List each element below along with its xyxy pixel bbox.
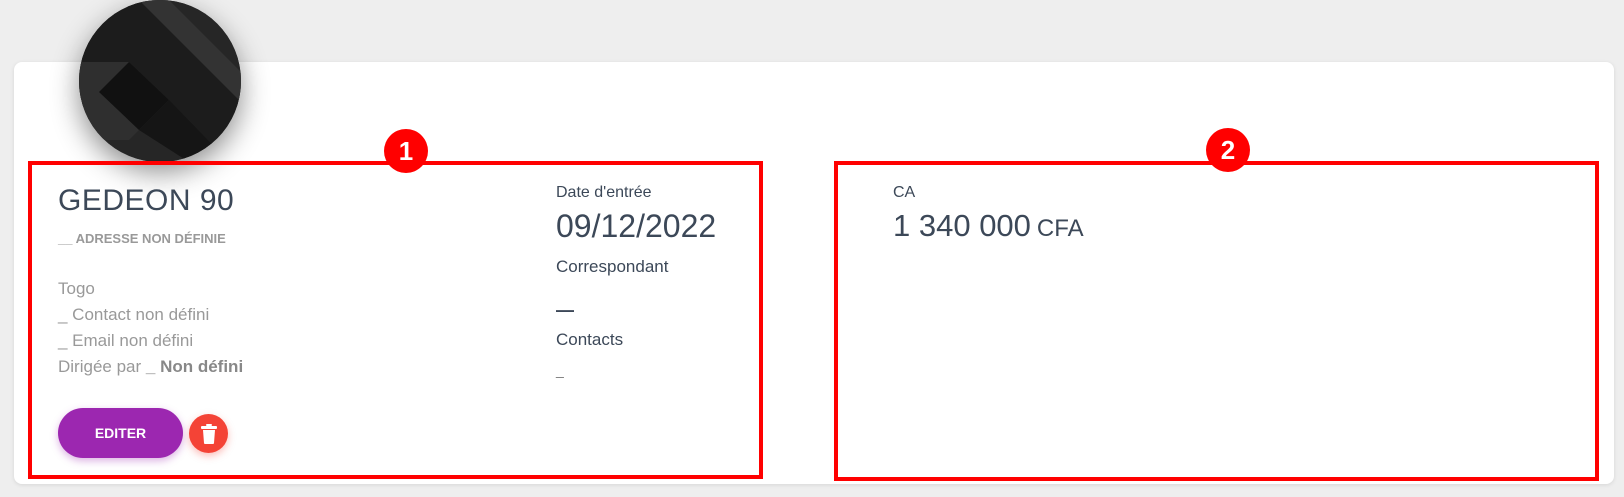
director-label: Dirigée par: [58, 357, 142, 376]
director-value: _ Non défini: [145, 357, 244, 376]
entry-date-label: Date d'entrée: [556, 184, 652, 201]
revenue-value-row: 1 340 000 CFA: [893, 208, 1084, 244]
edit-button[interactable]: EDITER: [58, 408, 183, 458]
company-country: Togo: [58, 279, 95, 298]
revenue-amount: 1 340 000: [893, 208, 1031, 243]
company-contact: _ Contact non défini: [58, 305, 210, 324]
company-director: Dirigée par _ Non défini: [58, 357, 243, 377]
annotation-badge-1: 1: [384, 129, 428, 173]
correspondent-value: —: [556, 300, 574, 320]
trash-icon: [200, 423, 217, 444]
contacts-label: Contacts: [556, 330, 624, 349]
company-name: GEDEON 90: [58, 184, 235, 217]
annotation-badge-2: 2: [1206, 128, 1250, 172]
contacts-value: _: [556, 362, 564, 378]
entry-date-value: 09/12/2022: [556, 208, 717, 244]
revenue-label: CA: [893, 184, 916, 201]
company-email: _ Email non défini: [58, 331, 194, 350]
company-address: __ ADRESSE NON DÉFINIE: [58, 231, 226, 246]
revenue-currency: CFA: [1036, 215, 1084, 242]
correspondent-label: Correspondant: [556, 257, 669, 276]
company-logo: [79, 0, 241, 162]
delete-button[interactable]: [189, 414, 228, 453]
